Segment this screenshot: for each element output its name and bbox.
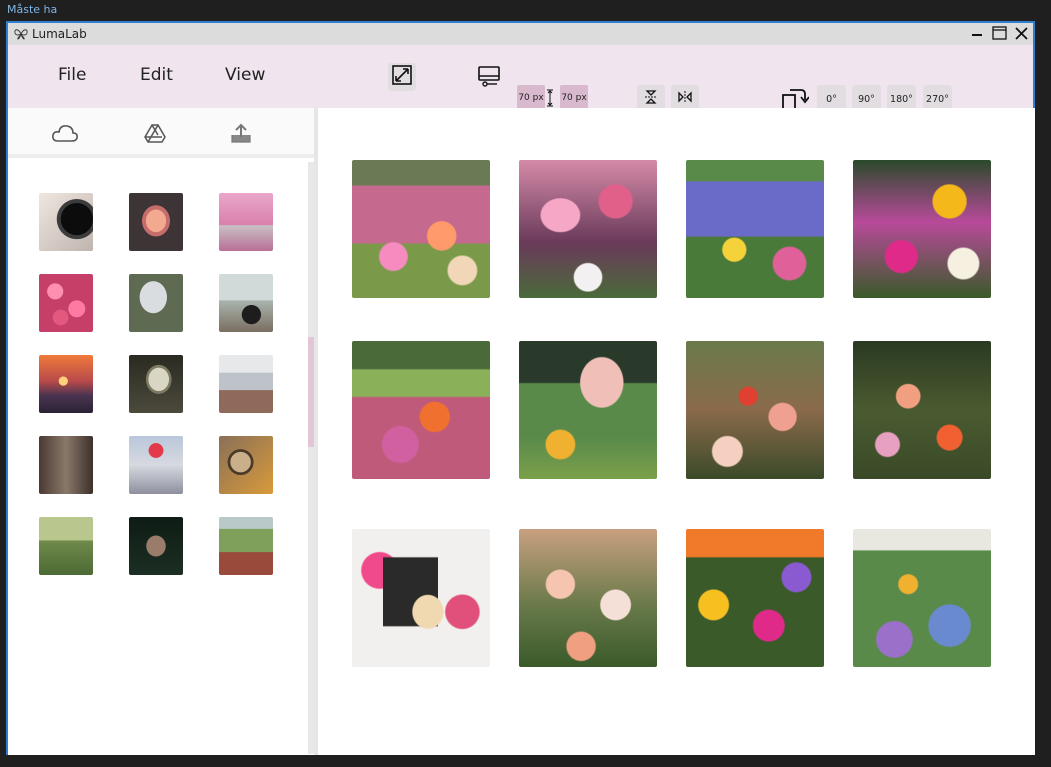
photo-sunflower-mix[interactable] xyxy=(686,529,824,667)
app-window: LumaLab File Edit View 70 px 70 px 0° 90… xyxy=(6,21,1035,755)
thumbnail-chess-mirror[interactable] xyxy=(129,355,183,413)
thumbnail-woman-dog[interactable] xyxy=(39,517,93,575)
thumbnail-old-street[interactable] xyxy=(39,436,93,494)
photo-poppy-field[interactable] xyxy=(519,529,657,667)
thumbnail-raspberries[interactable] xyxy=(39,274,93,332)
thumbnail-pocket-watch[interactable] xyxy=(219,436,273,494)
photo-hydrangea-path[interactable] xyxy=(853,529,991,667)
photo-kittens-window[interactable] xyxy=(352,529,490,667)
photo-butterfly-flowers[interactable] xyxy=(853,160,991,298)
menu-edit[interactable]: Edit xyxy=(140,65,173,85)
upload-icon[interactable] xyxy=(227,121,255,145)
source-bar xyxy=(8,108,314,158)
gallery xyxy=(318,108,1035,755)
resize-icon xyxy=(392,64,412,90)
outer-window-label: Måste ha xyxy=(7,3,58,16)
photo-greenhouse-garden[interactable] xyxy=(519,341,657,479)
flip-horizontal-icon xyxy=(677,89,693,110)
photo-lupine-garden[interactable] xyxy=(686,160,824,298)
photo-cosmos-garden[interactable] xyxy=(853,341,991,479)
minimize-icon[interactable] xyxy=(969,25,985,41)
title-bar: LumaLab xyxy=(8,23,1033,45)
thumbnail-woman-field[interactable] xyxy=(219,517,273,575)
drive-icon[interactable] xyxy=(141,121,169,145)
flip-vertical-icon xyxy=(643,89,659,110)
butterfly-app-icon xyxy=(14,27,28,41)
app-title: LumaLab xyxy=(32,27,87,41)
thumbnail-blossom-train[interactable] xyxy=(219,193,273,251)
thumbnail-airplane-window[interactable] xyxy=(129,193,183,251)
window-controls xyxy=(969,25,1029,41)
photo-dahlia-garden[interactable] xyxy=(352,160,490,298)
maximize-icon[interactable] xyxy=(991,25,1007,41)
menu-file[interactable]: File xyxy=(58,65,86,85)
thumbnail-side-mirror[interactable] xyxy=(129,274,183,332)
screen-size-icon[interactable] xyxy=(475,64,503,90)
resize-button[interactable] xyxy=(388,63,416,91)
toolbar: File Edit View 70 px 70 px 0° 90° 180° 2… xyxy=(8,45,1033,125)
thumbnail-couple-night[interactable] xyxy=(129,517,183,575)
photo-tulip-meadow[interactable] xyxy=(686,341,824,479)
thumbnail-camera-sea[interactable] xyxy=(219,274,273,332)
photo-flower-border[interactable] xyxy=(352,341,490,479)
menu-view[interactable]: View xyxy=(225,65,265,85)
close-icon[interactable] xyxy=(1013,25,1029,41)
thumbnail-woman-train[interactable] xyxy=(219,355,273,413)
cloud-icon[interactable] xyxy=(51,121,79,145)
thumbnail-camera-lens[interactable] xyxy=(39,193,93,251)
sidebar xyxy=(8,108,316,755)
thumbnail-balloon-street[interactable] xyxy=(129,436,183,494)
photo-foxglove-bed[interactable] xyxy=(519,160,657,298)
thumbnail-sunset-mountains[interactable] xyxy=(39,355,93,413)
